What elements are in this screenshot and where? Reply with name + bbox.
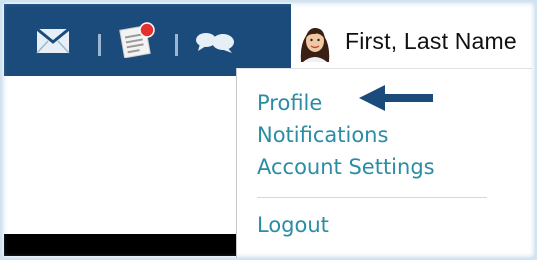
page-content-dark-region bbox=[4, 234, 236, 256]
menu-item-notifications[interactable]: Notifications bbox=[257, 123, 388, 147]
avatar bbox=[300, 28, 330, 62]
menu-item-profile[interactable]: Profile bbox=[257, 91, 322, 115]
page-content bbox=[4, 76, 234, 234]
top-navigation-bar bbox=[4, 4, 291, 76]
menu-item-logout[interactable]: Logout bbox=[257, 213, 329, 237]
chat-icon[interactable] bbox=[194, 30, 236, 56]
pointer-arrow-icon bbox=[359, 85, 433, 111]
user-menu-trigger[interactable]: First, Last Name bbox=[291, 4, 531, 76]
menu-divider bbox=[257, 197, 487, 198]
user-name: First, Last Name bbox=[345, 28, 517, 54]
user-dropdown-menu: Profile Notifications Account Settings L… bbox=[236, 68, 532, 258]
separator bbox=[175, 34, 178, 56]
messages-icon[interactable] bbox=[36, 28, 70, 54]
menu-item-account-settings[interactable]: Account Settings bbox=[257, 155, 435, 179]
separator bbox=[98, 34, 101, 56]
notifications-icon[interactable] bbox=[116, 22, 156, 58]
